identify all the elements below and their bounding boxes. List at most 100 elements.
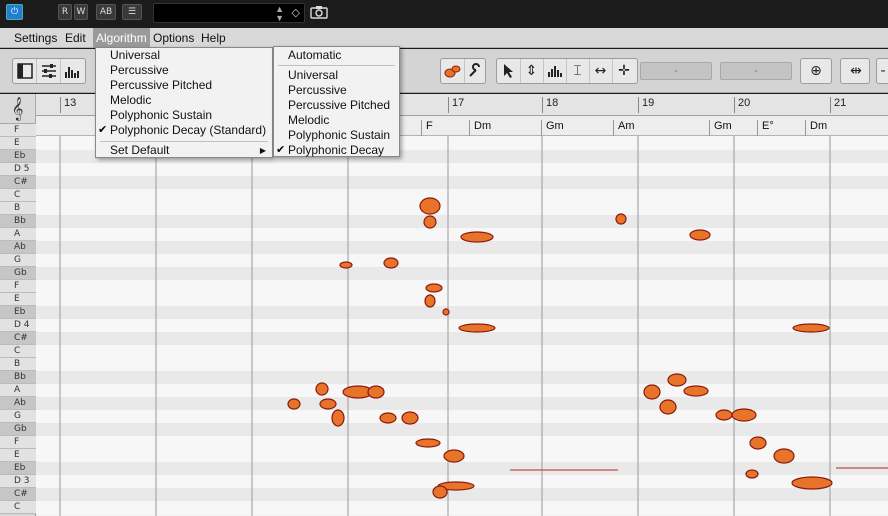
piano-key[interactable]: Eb: [0, 462, 36, 475]
piano-key[interactable]: Gb: [0, 267, 36, 280]
chord-label[interactable]: Gm: [709, 120, 732, 136]
treble-clef-icon[interactable]: 𝄞: [0, 94, 36, 124]
note-blob[interactable]: [791, 476, 833, 490]
mixer-icon[interactable]: [37, 59, 61, 83]
default-item-percussive-pitched[interactable]: Percussive Pitched: [274, 98, 399, 113]
separation-tool-icon[interactable]: ✛: [612, 59, 636, 83]
note-blob[interactable]: [443, 449, 465, 463]
note-blob[interactable]: [745, 469, 759, 479]
note-blob[interactable]: [460, 231, 494, 243]
note-blob[interactable]: [643, 384, 661, 400]
default-item-automatic[interactable]: Automatic: [274, 48, 399, 63]
chord-label[interactable]: E°: [757, 120, 774, 136]
piano-key[interactable]: A: [0, 384, 36, 397]
note-blob[interactable]: [425, 283, 443, 293]
piano-key[interactable]: B: [0, 358, 36, 371]
chord-label[interactable]: F: [421, 120, 433, 136]
note-blob[interactable]: [423, 215, 437, 229]
piano-key[interactable]: B: [0, 202, 36, 215]
piano-key[interactable]: F: [0, 436, 36, 449]
pitch-tool-icon[interactable]: ⇕: [520, 59, 544, 83]
piano-key[interactable]: F: [0, 124, 36, 137]
note-blob[interactable]: [331, 409, 345, 427]
time-tool-icon[interactable]: ↔: [589, 59, 613, 83]
note-blob[interactable]: [792, 323, 830, 333]
note-blob[interactable]: [419, 197, 441, 215]
piano-key[interactable]: C: [0, 345, 36, 358]
note-blob[interactable]: [458, 323, 496, 333]
algo-item-set-default[interactable]: Set Default ▶: [96, 143, 272, 158]
value-field-2[interactable]: -: [720, 62, 792, 80]
piano-key[interactable]: C#: [0, 332, 36, 345]
note-blob[interactable]: [319, 398, 337, 410]
ab-compare-button[interactable]: AB: [96, 4, 116, 20]
note-blob[interactable]: [442, 308, 450, 316]
note-blob[interactable]: [383, 257, 399, 269]
note-blob[interactable]: [379, 412, 397, 424]
note-blob[interactable]: [415, 438, 441, 448]
value-field-1[interactable]: -: [640, 62, 712, 80]
piano-key[interactable]: A: [0, 228, 36, 241]
note-blob[interactable]: [667, 373, 687, 387]
piano-key[interactable]: C: [0, 189, 36, 202]
note-blob[interactable]: [683, 385, 709, 397]
default-item-polyphonic-decay[interactable]: ✔ Polyphonic Decay: [274, 143, 399, 158]
menu-algorithm[interactable]: Algorithm: [93, 28, 150, 48]
default-item-universal[interactable]: Universal: [274, 68, 399, 83]
formant-tool-icon[interactable]: ⌶: [566, 59, 590, 83]
note-blob[interactable]: [773, 448, 795, 464]
note-blob[interactable]: [715, 409, 733, 421]
piano-key[interactable]: D 5: [0, 163, 36, 176]
menu-help[interactable]: Help: [201, 31, 226, 45]
note-blob[interactable]: [401, 411, 419, 425]
piano-key[interactable]: Gb: [0, 423, 36, 436]
algo-item-polyphonic-decay[interactable]: ✔ Polyphonic Decay (Standard): [96, 123, 272, 138]
menu-options[interactable]: Options: [153, 31, 194, 45]
piano-key[interactable]: E: [0, 449, 36, 462]
note-blob[interactable]: [689, 229, 711, 241]
piano-key[interactable]: G: [0, 254, 36, 267]
note-blob[interactable]: [432, 485, 448, 499]
chord-label[interactable]: Gm: [541, 120, 564, 136]
piano-key[interactable]: Bb: [0, 215, 36, 228]
note-blob[interactable]: [367, 385, 385, 399]
note-blob[interactable]: [659, 399, 677, 415]
menu-settings[interactable]: Settings: [14, 31, 57, 45]
note-blob[interactable]: [287, 398, 301, 410]
piano-key[interactable]: C: [0, 501, 36, 514]
note-blob[interactable]: [315, 382, 329, 396]
preset-selector[interactable]: ▲ ▼ ◇: [153, 3, 305, 23]
note-blob[interactable]: [615, 213, 627, 225]
quantize-time-icon[interactable]: ⇹: [844, 59, 868, 83]
read-automation-button[interactable]: R: [58, 4, 72, 20]
preset-stepper-icon[interactable]: ▲ ▼: [275, 5, 284, 23]
inspector-icon[interactable]: [13, 59, 37, 83]
note-blob[interactable]: [749, 436, 767, 450]
quantize-pitch-icon[interactable]: ⊕: [804, 59, 828, 83]
chord-label[interactable]: Dm: [469, 120, 491, 136]
piano-key[interactable]: Eb: [0, 306, 36, 319]
analysis-icon[interactable]: [61, 59, 85, 83]
wrench-icon[interactable]: [463, 59, 487, 83]
piano-key[interactable]: E: [0, 137, 36, 150]
piano-key[interactable]: Bb: [0, 371, 36, 384]
piano-key[interactable]: D 3: [0, 475, 36, 488]
note-blob[interactable]: [424, 294, 436, 308]
chord-label[interactable]: Dm: [805, 120, 827, 136]
algo-item-melodic[interactable]: Melodic: [96, 93, 272, 108]
piano-key[interactable]: C#: [0, 488, 36, 501]
algo-item-polyphonic-sustain[interactable]: Polyphonic Sustain: [96, 108, 272, 123]
note-blob[interactable]: [731, 408, 757, 422]
note-grid[interactable]: [36, 136, 888, 516]
camera-icon[interactable]: [310, 5, 328, 19]
menu-edit[interactable]: Edit: [65, 31, 86, 45]
write-automation-button[interactable]: W: [74, 4, 88, 20]
default-item-melodic[interactable]: Melodic: [274, 113, 399, 128]
pointer-tool-icon[interactable]: [497, 59, 521, 83]
algo-item-percussive[interactable]: Percussive: [96, 63, 272, 78]
preset-options-icon[interactable]: ◇: [292, 6, 300, 19]
piano-key[interactable]: Ab: [0, 241, 36, 254]
algo-item-universal[interactable]: Universal: [96, 48, 272, 63]
power-icon[interactable]: ⏻: [6, 4, 23, 20]
piano-key[interactable]: C#: [0, 176, 36, 189]
